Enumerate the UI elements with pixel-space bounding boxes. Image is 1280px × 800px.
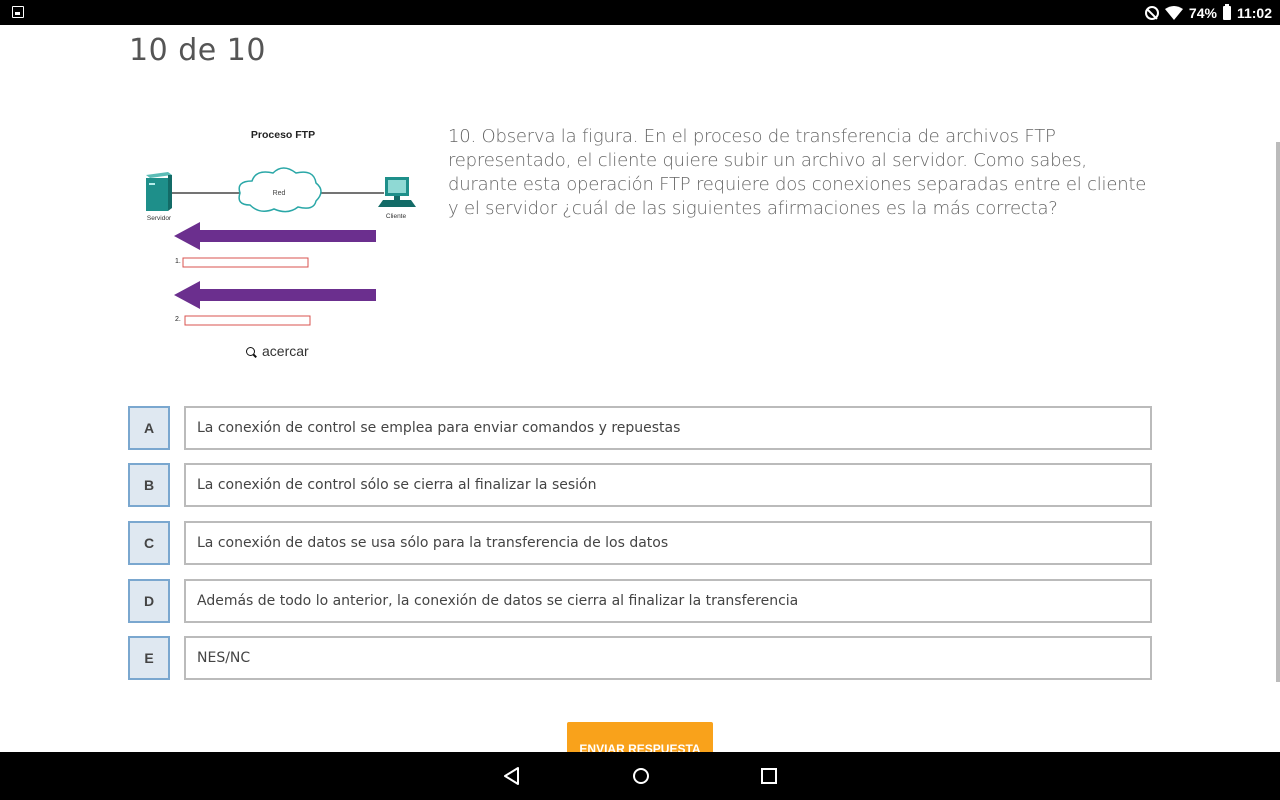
client-computer-icon [378, 177, 416, 207]
option-letter[interactable]: D [128, 579, 170, 623]
submit-answer-button[interactable]: ENVIAR RESPUESTA [567, 722, 713, 752]
back-icon[interactable] [502, 766, 522, 786]
server-icon [146, 172, 172, 211]
status-icons: 74% 11:02 [1144, 0, 1272, 25]
arrow-2 [174, 281, 376, 309]
navigation-bar [0, 752, 1280, 800]
option-e[interactable]: E NES/NC [128, 636, 1152, 680]
figure-title: Proceso FTP [251, 129, 315, 141]
client-label: Cliente [386, 213, 407, 220]
server-label: Servidor [147, 215, 172, 222]
gallery-icon [12, 6, 24, 18]
question-counter: 10 de 10 [129, 33, 266, 68]
question-text: 10. Observa la figura. En el proceso de … [448, 126, 1147, 219]
option-d[interactable]: D Además de todo lo anterior, la conexió… [128, 579, 1152, 623]
zoom-link[interactable]: acercar [246, 343, 309, 359]
battery-icon [1222, 3, 1231, 20]
scrollbar[interactable] [1276, 142, 1280, 682]
answer-box-2 [184, 315, 311, 326]
option-text[interactable]: Además de todo lo anterior, la conexión … [184, 579, 1152, 623]
option-c[interactable]: C La conexión de datos se usa sólo para … [128, 521, 1152, 565]
arrow-1 [174, 222, 376, 250]
quiz-content: 10 de 10 Proceso FTP Servidor Red Client… [0, 25, 1280, 752]
wifi-icon [1164, 5, 1183, 20]
home-icon[interactable] [631, 766, 651, 786]
recents-icon[interactable] [759, 766, 779, 786]
option-letter[interactable]: A [128, 406, 170, 450]
answer-box-1 [182, 257, 309, 268]
option-letter[interactable]: E [128, 636, 170, 680]
do-not-disturb-icon [1144, 5, 1159, 20]
option-text[interactable]: La conexión de datos se usa sólo para la… [184, 521, 1152, 565]
option-text[interactable]: La conexión de control sólo se cierra al… [184, 463, 1152, 507]
clock: 11:02 [1236, 4, 1272, 21]
option-letter[interactable]: B [128, 463, 170, 507]
option-text[interactable]: La conexión de control se emplea para en… [184, 406, 1152, 450]
box-number-2: 2. [175, 316, 181, 323]
search-icon [246, 346, 255, 356]
zoom-label: acercar [262, 343, 309, 359]
option-text[interactable]: NES/NC [184, 636, 1152, 680]
cloud-label: Red [273, 190, 286, 197]
battery-percent: 74% [1188, 4, 1217, 21]
option-a[interactable]: A La conexión de control se emplea para … [128, 406, 1152, 450]
option-letter[interactable]: C [128, 521, 170, 565]
box-number-1: 1. [175, 258, 181, 265]
ftp-figure: Proceso FTP Servidor Red Cliente 1. 2. [146, 129, 416, 326]
status-bar: 74% 11:02 [0, 0, 1280, 25]
option-b[interactable]: B La conexión de control sólo se cierra … [128, 463, 1152, 507]
